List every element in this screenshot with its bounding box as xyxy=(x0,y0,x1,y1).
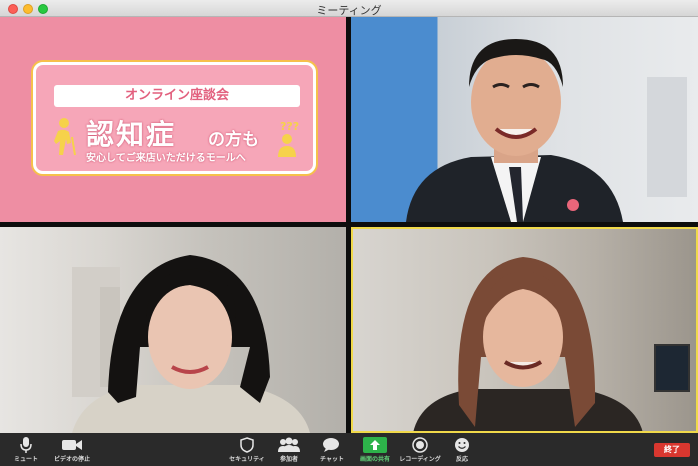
video-tile-participant-man[interactable] xyxy=(351,17,698,222)
security-button[interactable]: セキュリティ xyxy=(227,435,267,465)
share-screen-label: 画面の共有 xyxy=(359,456,390,463)
window-titlebar: ミーティング xyxy=(0,0,698,17)
confused-person-icon xyxy=(278,134,296,157)
share-screen-button[interactable]: 画面の共有 xyxy=(355,435,395,465)
elderly-person-icon xyxy=(54,118,76,156)
video-tile-participant-woman-2[interactable] xyxy=(351,227,698,433)
smiley-icon xyxy=(455,437,469,452)
slide-tagline: 安心してご来店いただけるモールへ xyxy=(86,153,246,164)
record-button[interactable]: レコーディング xyxy=(398,435,442,465)
participants-button[interactable]: 参加者 xyxy=(275,435,303,465)
mute-label: ミュート xyxy=(13,456,38,463)
video-camera-icon xyxy=(62,439,82,450)
stop-video-button[interactable]: ビデオの停止 xyxy=(50,435,94,465)
security-label: セキュリティ xyxy=(229,456,265,463)
record-label: レコーディング xyxy=(399,456,441,463)
slide-headline-kanji: 認知症 xyxy=(86,118,177,151)
reactions-label: 反応 xyxy=(455,456,468,463)
mute-button[interactable]: ミュート xyxy=(12,435,40,465)
participant-man-video xyxy=(406,39,687,222)
record-icon xyxy=(412,436,428,453)
stop-video-label: ビデオの停止 xyxy=(53,456,90,463)
video-tile-participant-woman-1[interactable] xyxy=(0,227,346,433)
video-tile-slide[interactable]: オンライン座談会 認知症 の方も 安心してご来店いただけるモールへ ??? xyxy=(0,17,346,222)
chat-button[interactable]: チャット xyxy=(318,435,346,465)
chat-label: チャット xyxy=(320,456,344,463)
slide-question-marks: ??? xyxy=(280,120,300,133)
microphone-icon xyxy=(20,436,32,453)
chat-bubble-icon xyxy=(323,437,339,452)
slide-banner: オンライン座談会 xyxy=(54,85,300,107)
participants-icon xyxy=(278,437,300,452)
participants-label: 参加者 xyxy=(279,456,298,463)
window-title: ミーティング xyxy=(316,4,382,17)
slide-headline-suffix: の方も xyxy=(208,130,259,150)
share-screen-icon xyxy=(363,436,387,453)
participant-woman-1-video xyxy=(72,255,310,433)
shield-icon xyxy=(240,436,254,453)
end-meeting-button[interactable]: 終了 xyxy=(654,443,690,457)
video-gallery: オンライン座談会 認知症 の方も 安心してご来店いただけるモールへ ??? xyxy=(0,17,698,433)
slide-background: オンライン座談会 認知症 の方も 安心してご来店いただけるモールへ ??? xyxy=(0,17,346,222)
participant-woman-2-video xyxy=(413,257,643,433)
slide-panel: オンライン座談会 認知症 の方も 安心してご来店いただけるモールへ ??? xyxy=(33,62,316,174)
meeting-toolbar: ミュート ビデオの停止 セキュリティ 参加者 チャット 画面の共有 レコーディン… xyxy=(0,433,698,466)
reactions-button[interactable]: 反応 xyxy=(450,435,474,465)
